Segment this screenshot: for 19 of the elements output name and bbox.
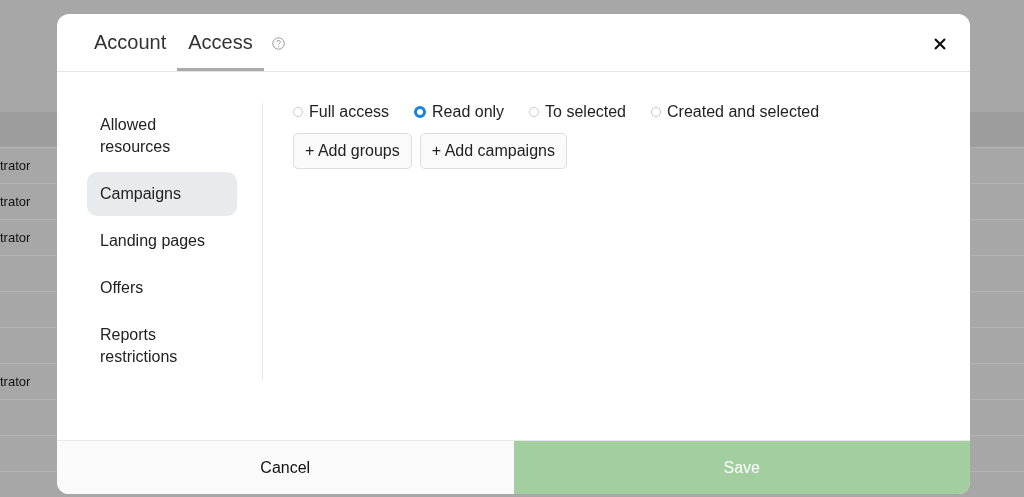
radio-option[interactable]: Created and selected — [651, 103, 820, 121]
add-button[interactable]: + Add groups — [293, 133, 412, 169]
radio-option[interactable]: Full access — [293, 103, 390, 121]
tab[interactable]: Access — [177, 14, 264, 71]
radio-option[interactable]: Read only — [414, 103, 505, 121]
table-cell: trator — [0, 230, 31, 245]
radio-option[interactable]: To selected — [529, 103, 626, 121]
sidebar-item[interactable]: Allowed resources — [87, 103, 237, 169]
table-cell: trator — [0, 194, 31, 209]
add-button[interactable]: + Add campaigns — [419, 133, 567, 169]
sidebar-item[interactable]: Landing pages — [87, 219, 237, 263]
sidebar-item[interactable]: Reports restrictions — [87, 313, 237, 379]
sidebar-item[interactable]: Campaigns — [87, 172, 237, 216]
close-icon[interactable] — [934, 37, 946, 50]
sidebar-item[interactable]: Offers — [87, 266, 237, 310]
table-cell: trator — [0, 374, 31, 389]
cancel-button[interactable]: Cancel — [57, 441, 514, 494]
tab[interactable]: Account — [83, 14, 178, 71]
table-cell: trator — [0, 158, 31, 173]
